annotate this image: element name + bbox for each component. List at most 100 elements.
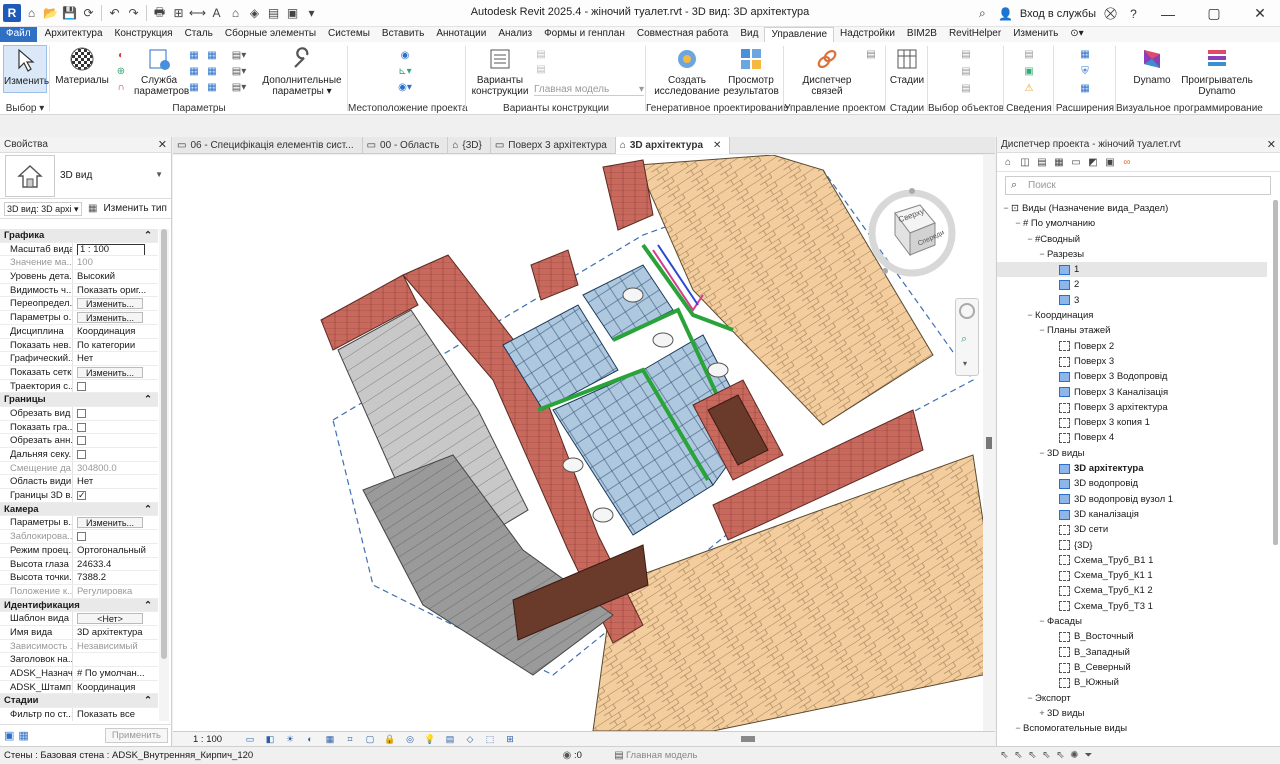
select-underlay-icon[interactable]: ⇖ — [1011, 750, 1025, 762]
tree-node[interactable]: 2 — [997, 277, 1267, 292]
property-row[interactable]: Заголовок на... — [0, 653, 158, 667]
collapse-icon[interactable]: − — [1001, 201, 1011, 216]
drag-elements-icon[interactable]: ⇖ — [1053, 750, 1067, 762]
crop-view-icon[interactable]: ⌗ — [343, 734, 357, 745]
temp-hide-icon[interactable]: ◎ — [403, 734, 417, 745]
select-pinned-icon[interactable]: ⇖ — [1025, 750, 1039, 762]
tree-node[interactable]: В_Восточный — [997, 629, 1267, 644]
property-row[interactable]: Фильтр по ст... Показать все — [0, 708, 158, 721]
properties-filter-icon[interactable]: ▦ — [18, 729, 28, 742]
tree-node[interactable]: − # По умолчанию — [997, 216, 1267, 231]
project-units-icon[interactable]: ▦ — [205, 80, 219, 94]
mep-settings-icon[interactable]: ▤▾ — [232, 64, 246, 78]
shadows-icon[interactable]: ◐ — [303, 734, 317, 745]
browser-search-input[interactable]: ⌕ Поиск — [1005, 176, 1271, 195]
property-value[interactable] — [72, 448, 158, 461]
home-icon[interactable]: ⌂ — [1001, 155, 1015, 169]
reveal-hidden-icon[interactable]: 💡 — [423, 734, 437, 745]
modify-button[interactable]: Изменить — [3, 45, 49, 93]
property-checkbox[interactable] — [77, 450, 86, 459]
view-scale[interactable]: 1 : 100 — [173, 734, 243, 745]
property-row[interactable]: Высота глаза ...24633.4 — [0, 557, 158, 572]
active-model[interactable]: Главная модель — [626, 750, 697, 761]
property-row[interactable]: Показать сетки Изменить... — [0, 365, 158, 380]
highlight-displacement-icon[interactable]: ⬚ — [483, 734, 497, 745]
save-icon[interactable]: 💾 — [61, 5, 78, 22]
collapse-icon[interactable]: − — [1037, 614, 1047, 629]
collapse-icon[interactable]: − — [1025, 232, 1035, 247]
schedule-icon[interactable]: ▦ — [1052, 155, 1066, 169]
property-row[interactable]: Показать нев... По категории — [0, 338, 158, 353]
property-value[interactable]: <Нет> — [72, 612, 158, 625]
3d-viewport[interactable]: Сверху Спереди ⌕ ▾ — [173, 155, 995, 731]
property-value[interactable]: 1 : 100 — [72, 242, 158, 256]
viewcube-icon[interactable] — [865, 183, 959, 277]
ids-icon[interactable]: ▤ — [1022, 47, 1036, 61]
property-value[interactable]: 3D архітектура — [72, 625, 158, 639]
property-row[interactable]: ADSK_Назнач...# По умолчан... — [0, 667, 158, 681]
tab-file[interactable]: Файл — [0, 27, 37, 42]
tree-node[interactable]: В_Северный — [997, 660, 1267, 675]
property-checkbox[interactable] — [77, 436, 86, 446]
transfer-standards-icon[interactable]: ▦ — [205, 64, 219, 78]
tree-node[interactable]: Схема_Труб_В1 1 — [997, 553, 1267, 568]
tree-node[interactable]: − Вспомогательные виды — [997, 721, 1267, 736]
property-value[interactable]: Нет — [72, 352, 158, 365]
property-value[interactable]: По категории — [72, 338, 158, 352]
warnings-icon[interactable]: ⚠ — [1022, 81, 1036, 95]
zoom-icon[interactable]: ⌕ — [961, 333, 967, 346]
property-edit-button[interactable]: Изменить... — [77, 298, 143, 310]
property-section-header[interactable]: Идентификация ⌃ — [0, 598, 158, 613]
project-params-icon[interactable]: ▦ — [187, 48, 201, 62]
property-section-header[interactable]: Камера ⌃ — [0, 502, 158, 517]
property-row[interactable]: Параметры в... Изменить... — [0, 516, 158, 531]
steering-wheel-icon[interactable] — [959, 303, 975, 319]
ribbon-toggle-icon[interactable]: ⊙▾ — [1064, 27, 1089, 42]
property-row[interactable]: Масштаб вида 1 : 100 — [0, 242, 158, 257]
maximize-button[interactable]: ▢ — [1194, 0, 1234, 27]
instance-filter-dropdown[interactable]: 3D вид: 3D архі ▾ — [4, 201, 82, 216]
collapse-icon[interactable]: ⌃ — [144, 694, 158, 707]
revit-logo-icon[interactable]: R — [3, 4, 21, 22]
position-icon[interactable]: ◉▾ — [398, 80, 412, 94]
customize-qat-icon[interactable]: ▾ — [303, 5, 320, 22]
link-icon[interactable]: ∞ — [1120, 155, 1134, 169]
lock-view-icon[interactable]: 🔒 — [383, 734, 397, 745]
close-button[interactable]: ✕ — [1240, 0, 1280, 27]
tree-node[interactable]: Поверх 3 — [997, 354, 1267, 369]
property-row[interactable]: Имя вида 3D архітектура — [0, 625, 158, 640]
tree-node[interactable]: 3 — [997, 293, 1267, 308]
collapse-icon[interactable]: − — [1037, 323, 1047, 338]
filter-icon[interactable]: ⏷ — [1081, 750, 1095, 762]
collapse-icon[interactable]: ⌃ — [144, 503, 158, 516]
group-select-label[interactable]: Выбор ▾ — [0, 103, 50, 114]
binoculars-icon[interactable]: ⌕ — [974, 5, 991, 22]
property-value[interactable]: Ортогональный — [72, 543, 158, 557]
tree-node[interactable]: Поверх 3 копия 1 — [997, 415, 1267, 430]
property-value[interactable] — [72, 530, 158, 543]
apply-button[interactable]: Применить — [104, 728, 168, 743]
tree-node[interactable]: 3D сети — [997, 522, 1267, 537]
tree-node[interactable]: 3D архітектура — [997, 461, 1267, 476]
collapse-icon[interactable]: − — [1025, 308, 1035, 323]
tab-bim2b[interactable]: BIM2B — [901, 27, 943, 42]
detail-level-icon[interactable]: ▭ — [243, 734, 257, 745]
tab-modify[interactable]: Изменить — [1007, 27, 1064, 42]
tab-architecture[interactable]: Архитектура — [39, 27, 109, 42]
object-styles-icon[interactable]: ◐ — [114, 48, 128, 62]
property-row[interactable]: Границы 3D в... — [0, 489, 158, 503]
property-row[interactable]: Дальняя секу... — [0, 448, 158, 462]
property-value[interactable]: Изменить... — [72, 311, 158, 324]
magnet-icon[interactable]: ∩ — [114, 80, 128, 94]
tree-node[interactable]: − Планы этажей — [997, 323, 1267, 338]
visual-style-icon[interactable]: ◧ — [263, 734, 277, 745]
tab-structure[interactable]: Конструкция — [109, 27, 179, 42]
sync-icon[interactable]: ⟳ — [80, 5, 97, 22]
tree-node[interactable]: Поверх 3 Водопровід — [997, 369, 1267, 384]
property-row[interactable]: Обрезать анн... — [0, 434, 158, 448]
property-row[interactable]: Режим проец... Ортогональный — [0, 543, 158, 558]
property-value[interactable] — [72, 434, 158, 447]
family-icon[interactable]: ◩ — [1086, 155, 1100, 169]
edit-type-button[interactable]: Изменить тип — [103, 203, 166, 214]
property-checkbox[interactable] — [77, 422, 86, 432]
